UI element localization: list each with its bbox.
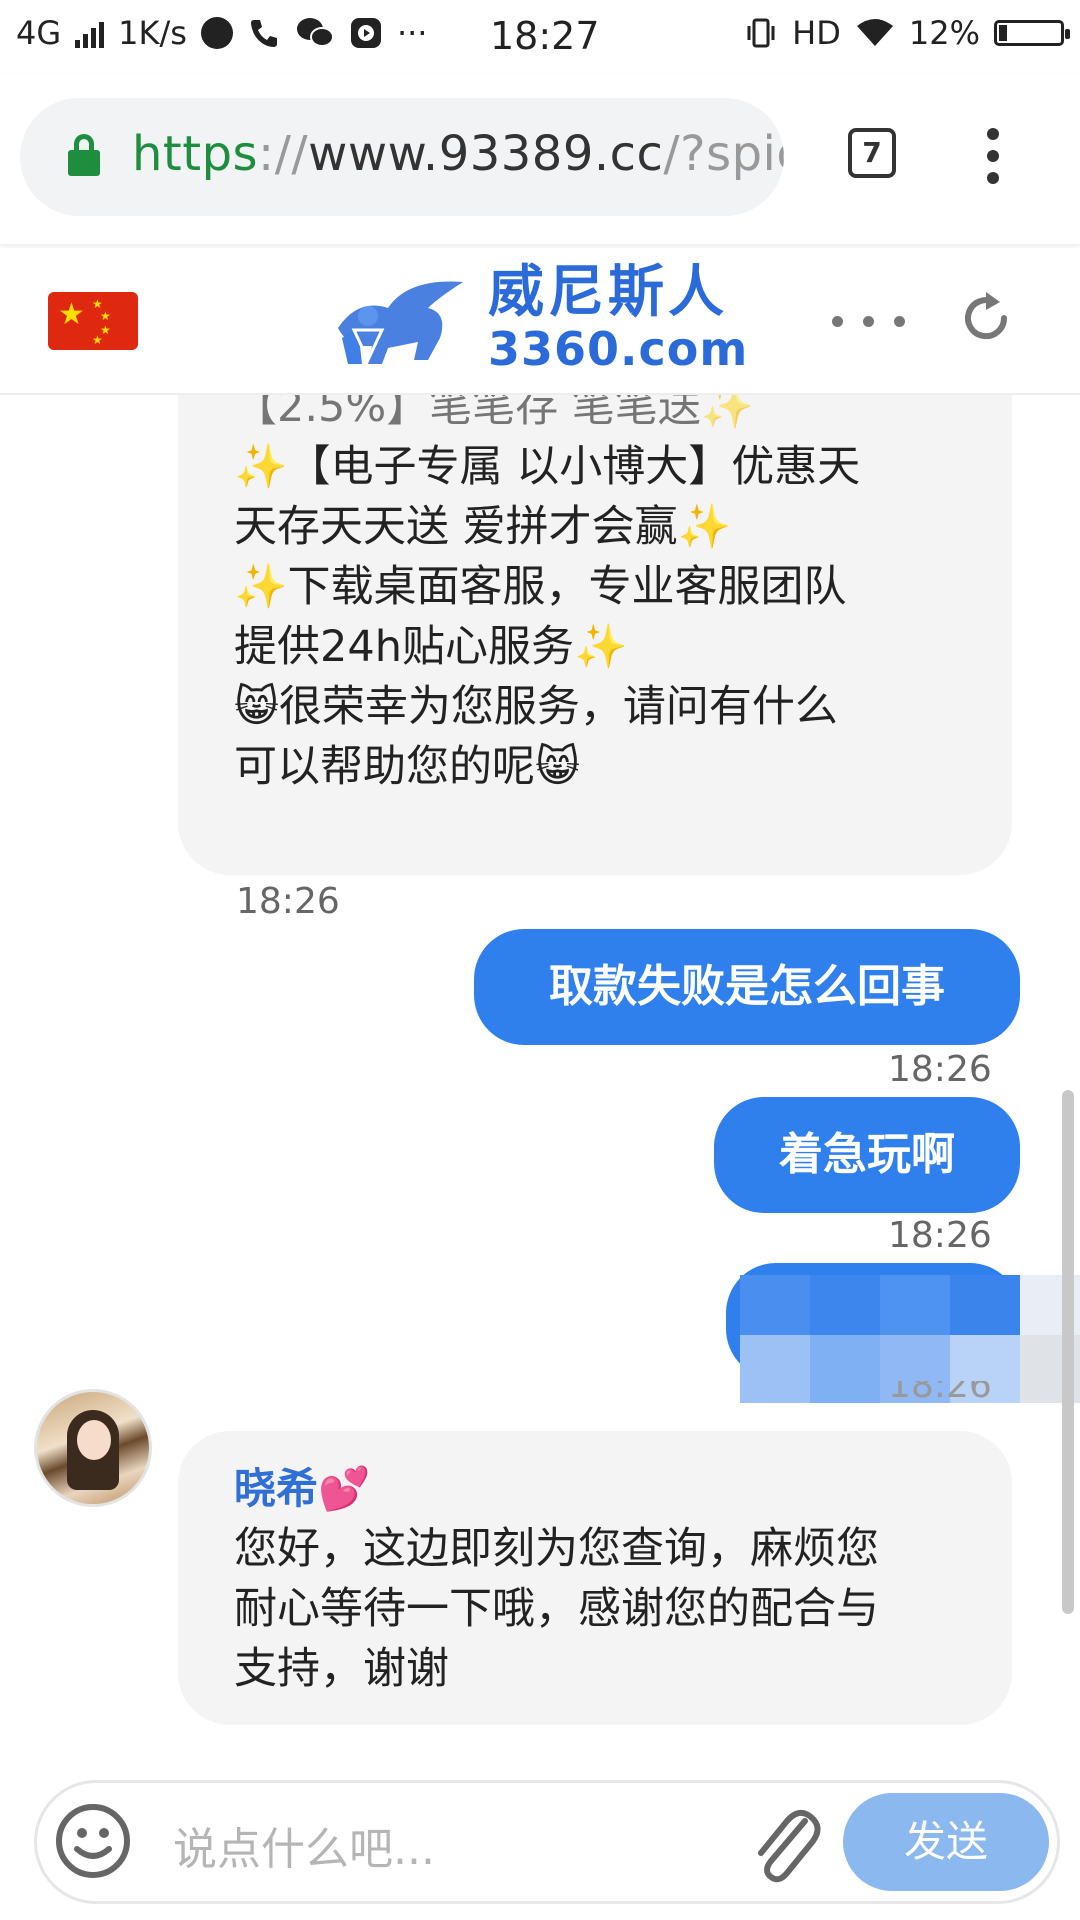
china-flag-icon[interactable]: ★ ★ ★ ★ ★ (48, 292, 138, 350)
battery-percent: 12% (908, 14, 980, 52)
message-line: 可以帮助您的呢😸 (234, 742, 580, 792)
send-button[interactable]: 发送 (843, 1793, 1049, 1891)
browser-toolbar: https://www.93389.cc/?spic 7 (0, 74, 1080, 244)
message-line: ✨下载桌面客服，专业客服团队 (234, 562, 847, 612)
message-line: 提供24h贴心服务✨ (234, 622, 628, 672)
avatar[interactable] (34, 1389, 152, 1507)
wechat-icon (296, 18, 334, 47)
clock: 18:27 (490, 14, 600, 58)
message-bubble-incoming: 晓希💕 您好，这边即刻为您查询，麻烦您 耐心等待一下哦，感谢您的配合与 支持，谢… (178, 1431, 1012, 1725)
chat-area[interactable]: 【2.5%】笔笔存 笔笔送✨ ✨【电子专属 以小博大】优惠天 天存天天送 爱拼才… (0, 395, 1080, 1760)
message-bubble-outgoing: 取款失败是怎么回事 (474, 929, 1020, 1045)
lock-icon[interactable] (68, 134, 100, 176)
more-notifications: ··· (396, 14, 428, 52)
message-time: 18:26 (888, 1049, 992, 1090)
hd-indicator: HD (792, 14, 841, 52)
signal-icon (75, 18, 105, 48)
message-line: 耐心等待一下哦，感谢您的配合与 (234, 1584, 879, 1634)
message-time: 18:26 (888, 1215, 992, 1256)
media-icon (350, 18, 381, 48)
status-right: HD 12% (744, 14, 1070, 52)
message-line: 您好，这边即刻为您查询，麻烦您 (234, 1524, 879, 1574)
sender-name: 晓希💕 (234, 1464, 371, 1513)
message-line: ✨【电子专属 以小博大】优惠天 (234, 442, 861, 492)
site-header: ★ ★ ★ ★ ★ 威尼斯人 3360.com (0, 248, 1080, 395)
browser-icon (200, 17, 233, 49)
composer-bar: 说点什么吧... 发送 (0, 1760, 1080, 1920)
vibrate-icon (747, 18, 775, 48)
menu-icon[interactable] (986, 128, 1000, 184)
network-speed: 1K/s (118, 14, 187, 52)
message-bubble-outgoing: 着急玩啊 (714, 1097, 1020, 1213)
message-line: 天存天天送 爱拼才会赢✨ (234, 502, 732, 552)
lion-logo-icon (338, 281, 463, 364)
site-logo[interactable]: 威尼斯人 3360.com (488, 260, 749, 376)
attachment-icon[interactable] (747, 1799, 825, 1887)
message-line: 【2.5%】笔笔存 笔笔送✨ (234, 395, 755, 432)
refresh-icon[interactable] (956, 288, 1016, 348)
tabs-icon[interactable]: 7 (848, 128, 896, 178)
logo-domain: 3360.com (488, 322, 749, 376)
network-type: 4G (16, 14, 62, 52)
status-left: 4G 1K/s ··· (16, 14, 427, 52)
message-input[interactable]: 说点什么吧... 发送 (34, 1780, 1060, 1904)
wifi-icon (856, 19, 893, 46)
message-time: 18:26 (888, 1381, 992, 1403)
message-line: 支持，谢谢 (234, 1644, 449, 1694)
logo-chinese: 威尼斯人 (488, 260, 728, 325)
message-line: 😸很荣幸为您服务，请问有什么 (234, 682, 838, 732)
scrollbar[interactable] (1062, 1090, 1074, 1614)
url-text[interactable]: https://www.93389.cc/?spic (132, 126, 784, 182)
phone-icon (250, 20, 277, 47)
input-placeholder[interactable]: 说点什么吧... (173, 1813, 435, 1877)
message-time: 18:26 (236, 881, 340, 922)
more-icon[interactable] (832, 316, 905, 327)
emoji-icon[interactable] (53, 1801, 133, 1881)
address-bar[interactable]: https://www.93389.cc/?spic (20, 98, 784, 216)
status-bar: 4G 1K/s ··· 18:27 HD 12% (0, 0, 1080, 74)
message-bubble-incoming: 【2.5%】笔笔存 笔笔送✨ ✨【电子专属 以小博大】优惠天 天存天天送 爱拼才… (178, 395, 1012, 875)
battery-icon (994, 20, 1070, 46)
